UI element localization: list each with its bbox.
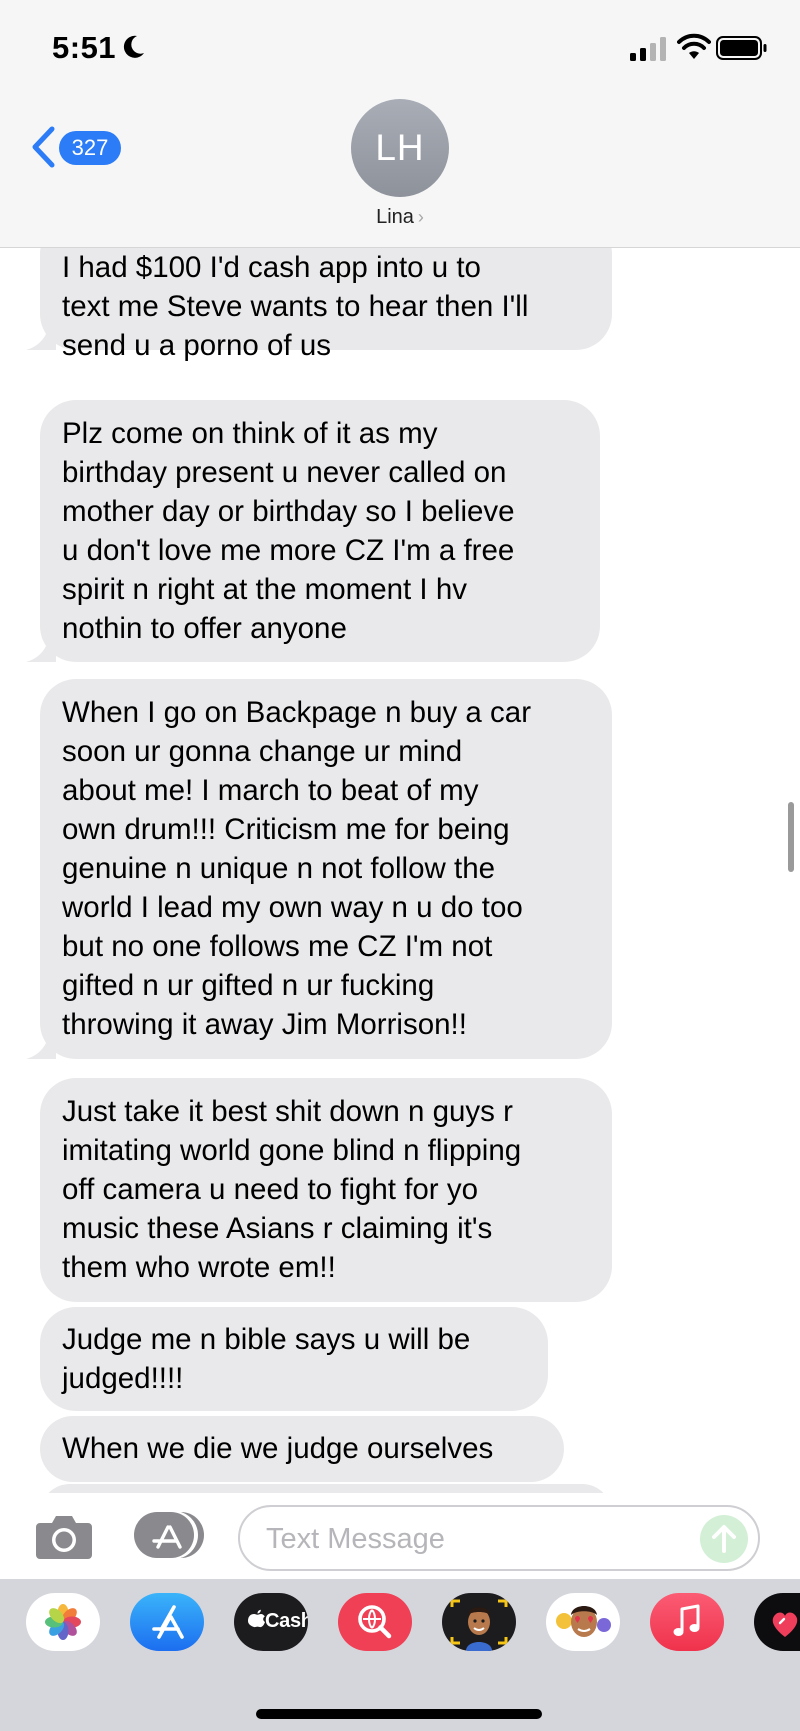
unread-count-badge[interactable]: 327: [59, 131, 121, 165]
apple-cash-label: Cash: [265, 1610, 308, 1632]
photos-icon[interactable]: [26, 1593, 100, 1651]
message-line: but no one follows me CZ I'm not: [62, 930, 493, 963]
message-line: birthday present u never called on: [62, 456, 507, 489]
app-store-icon[interactable]: [130, 1593, 204, 1651]
message-line: When we die we judge ourselves: [62, 1432, 494, 1465]
message-line: off camera u need to fight for yo: [62, 1173, 478, 1206]
message-line: judged!!!!: [62, 1362, 184, 1395]
status-time: 5:51: [52, 30, 117, 65]
message-line: soon ur gonna change ur mind: [62, 735, 463, 768]
message-line: about me! I march to beat of my: [62, 774, 479, 807]
message-input[interactable]: [264, 1515, 688, 1563]
message-line: world I lead my own way n u do too: [62, 891, 523, 924]
message-line: When I go on Backpage n buy a car: [62, 696, 532, 729]
send-arrow-icon[interactable]: [700, 1515, 748, 1563]
app-store-button-icon[interactable]: [132, 1511, 208, 1559]
message-line: I had $100 I'd cash app into u to: [62, 251, 481, 284]
camera-icon[interactable]: [34, 1513, 94, 1561]
scroll-indicator[interactable]: [788, 802, 794, 872]
message-bubble[interactable]: I had $100 I'd cash app into u to text m…: [26, 248, 612, 362]
battery-icon: [716, 36, 767, 60]
music-icon[interactable]: [650, 1593, 724, 1651]
message-line: send u a porno of us: [62, 329, 331, 362]
message-bubble-partial[interactable]: [40, 1484, 612, 1493]
message-line: Judge me n bible says u will be: [62, 1323, 471, 1356]
message-line: music these Asians r claiming it's: [62, 1212, 493, 1245]
message-bubble[interactable]: When we die we judge ourselves: [40, 1416, 564, 1482]
chevron-right-icon: ›: [417, 207, 424, 227]
bubble-tail: [26, 632, 56, 662]
message-line: spirit n right at the moment I hv: [62, 573, 467, 606]
heart-app-icon[interactable]: [754, 1593, 800, 1651]
wifi-icon: [677, 33, 711, 59]
message-line: Plz come on think of it as my: [62, 417, 438, 450]
bubble-tail: [26, 320, 56, 350]
back-chevron-icon[interactable]: [30, 126, 56, 168]
conversation-header: 5:51 327 LH Lina ›: [0, 0, 800, 248]
memoji-stickers-icon[interactable]: [546, 1593, 620, 1651]
message-line: Just take it best shit down n guys r: [62, 1095, 513, 1128]
message-line: u don't love me more CZ I'm a free: [62, 534, 515, 567]
apple-cash-icon[interactable]: Cash: [234, 1593, 308, 1651]
contact-name-label: Lina: [376, 206, 414, 228]
contact-name-button[interactable]: Lina ›: [0, 206, 800, 229]
message-bubble[interactable]: Just take it best shit down n guys r imi…: [40, 1078, 612, 1302]
message-line: genuine n unique n not follow the: [62, 852, 496, 885]
compose-bar: [0, 1493, 800, 1579]
message-line: text me Steve wants to hear then I'll: [62, 290, 529, 323]
message-line: them who wrote em!!: [62, 1251, 336, 1284]
message-line: nothin to offer anyone: [62, 612, 347, 645]
message-line: own drum!!! Criticism me for being: [62, 813, 510, 846]
memoji-icon[interactable]: [442, 1593, 516, 1651]
cellular-signal-icon: [630, 37, 666, 61]
message-list[interactable]: I had $100 I'd cash app into u to text m…: [0, 248, 800, 1493]
bubble-tail: [26, 1029, 56, 1059]
message-bubble[interactable]: Judge me n bible says u will be judged!!…: [40, 1307, 548, 1411]
message-line: mother day or birthday so I believe: [62, 495, 515, 528]
image-search-icon[interactable]: [338, 1593, 412, 1651]
message-line: throwing it away Jim Morrison!!: [62, 1008, 467, 1041]
message-text-field[interactable]: [238, 1505, 760, 1571]
message-bubble[interactable]: Plz come on think of it as my birthday p…: [26, 400, 600, 662]
imessage-app-drawer: Cash: [0, 1579, 800, 1731]
moon-icon: [123, 35, 144, 58]
home-indicator[interactable]: [256, 1709, 542, 1719]
contact-avatar[interactable]: LH: [351, 99, 449, 197]
message-line: imitating world gone blind n flipping: [62, 1134, 522, 1167]
message-line: gifted n ur gifted n ur fucking: [62, 969, 435, 1002]
message-bubble[interactable]: When I go on Backpage n buy a car soon u…: [26, 679, 612, 1059]
